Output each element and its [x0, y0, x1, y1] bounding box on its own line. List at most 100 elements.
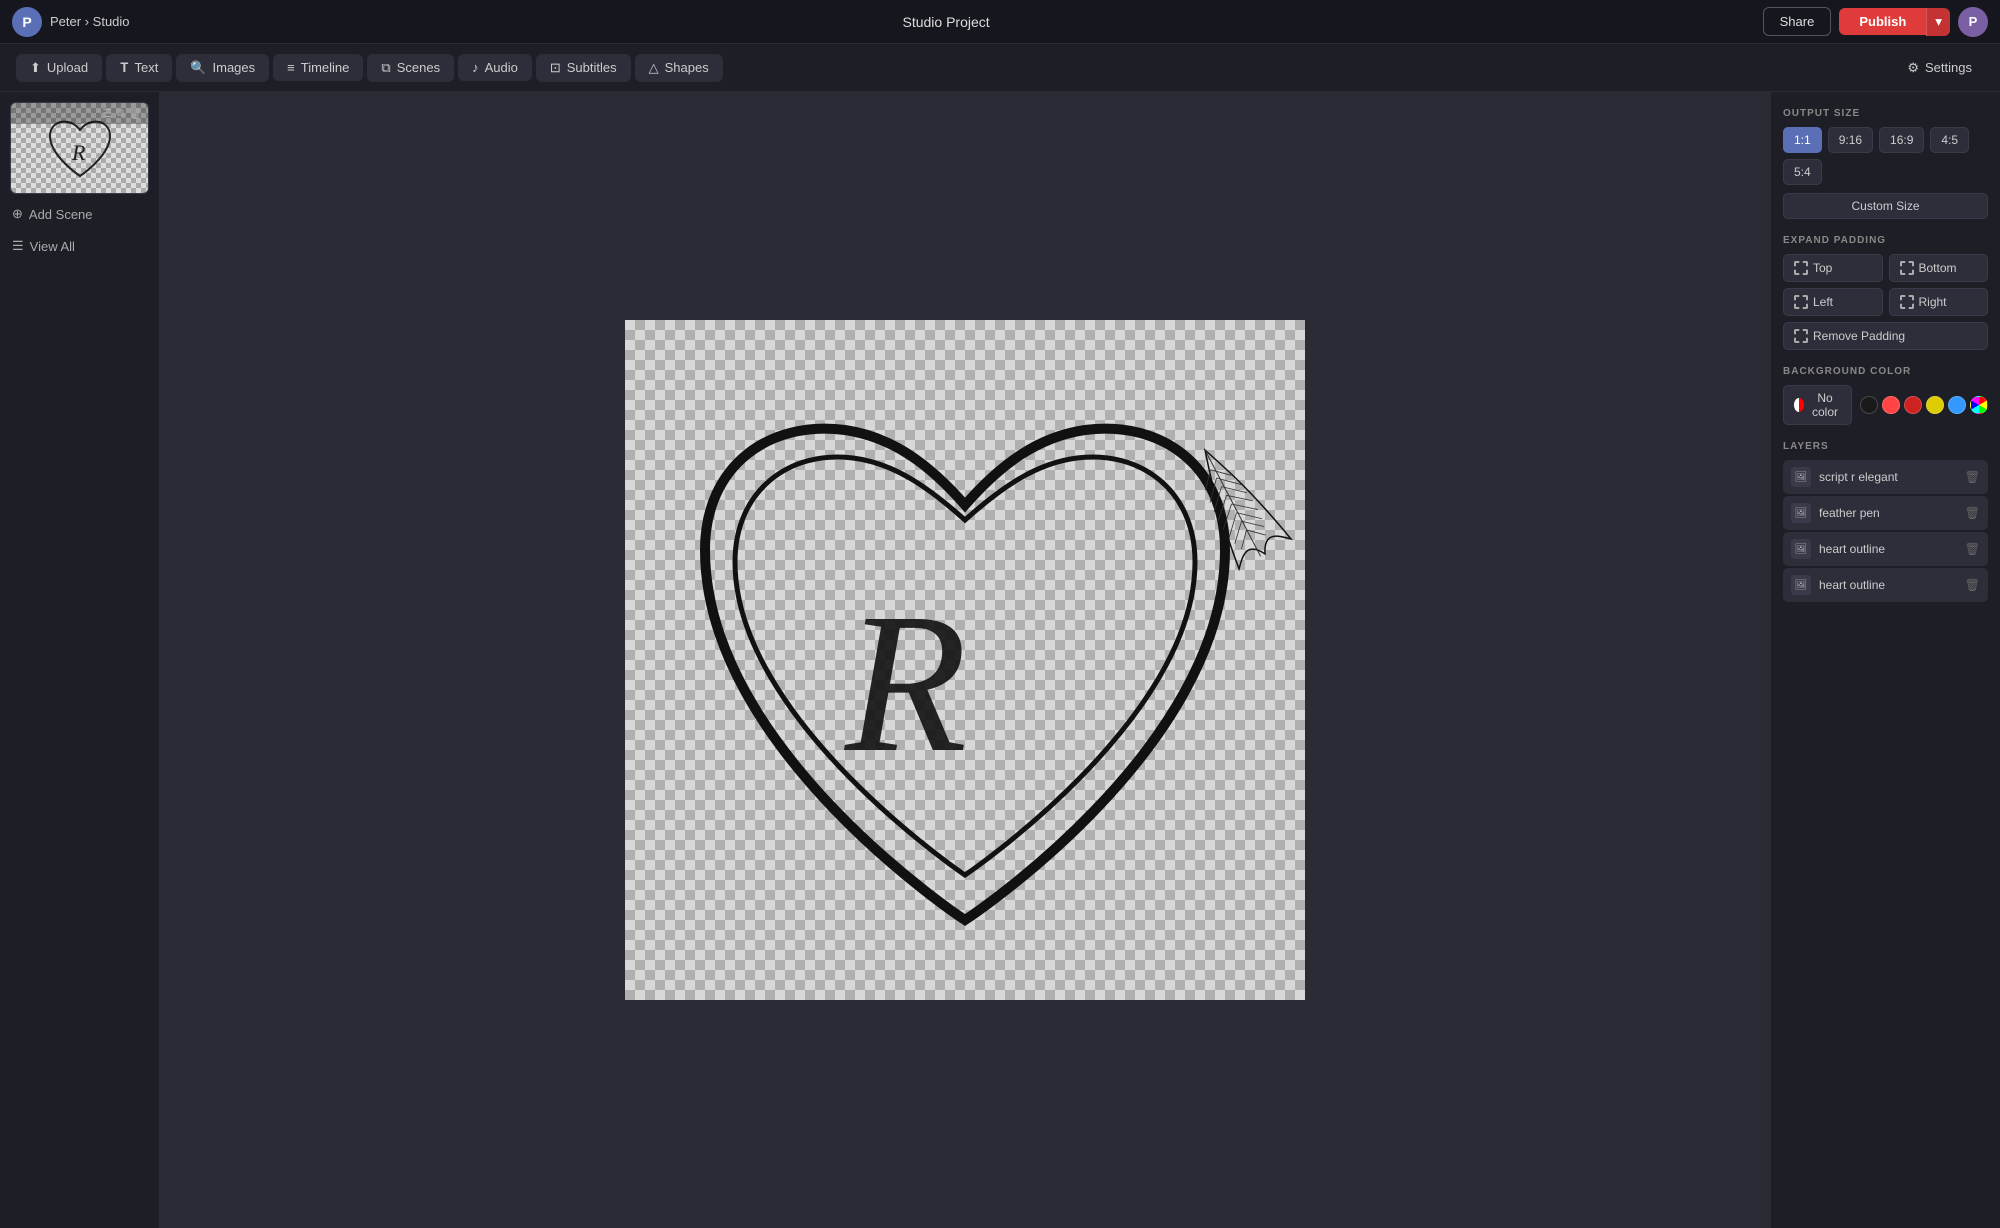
scene-thumbnail[interactable]: ☰ ⧉ 🗑 R [10, 102, 149, 194]
canvas-svg: R [625, 320, 1305, 1000]
view-all-icon: ☰ [12, 238, 24, 254]
breadcrumb-area: P Peter › Studio [12, 7, 130, 37]
timeline-button[interactable]: ≡ Timeline [273, 54, 363, 81]
layer-delete-heart-outline-2[interactable]: 🗑 [1965, 578, 1980, 592]
audio-icon: ♪ [472, 60, 479, 75]
layer-name-script-r: script r elegant [1819, 470, 1957, 484]
right-sidebar: OUTPUT SIZE 1:1 9:16 16:9 4:5 5:4 Custom… [1770, 92, 2000, 1228]
layers-label: LAYERS [1783, 441, 1988, 452]
svg-text:R: R [843, 573, 967, 794]
scenes-icon: ⧉ [381, 60, 390, 76]
layers-list: 🖼 script r elegant 🗑 🖼 feather pen 🗑 🖼 h… [1783, 460, 1988, 602]
top-bar: P Peter › Studio Studio Project Share Pu… [0, 0, 2000, 44]
background-color-section: BACKGROUND COLOR No color [1783, 366, 1988, 425]
project-title: Studio Project [142, 14, 1751, 30]
text-button[interactable]: 𝐓 Text [106, 54, 172, 82]
left-sidebar: ☰ ⧉ 🗑 R ⊕ Add Scene ☰ View All [0, 92, 160, 1228]
audio-button[interactable]: ♪ Audio [458, 54, 532, 81]
canvas-container: R [625, 320, 1305, 1000]
breadcrumb-location: Studio [93, 14, 130, 29]
custom-size-button[interactable]: Custom Size [1783, 193, 1988, 219]
output-size-section: OUTPUT SIZE 1:1 9:16 16:9 4:5 5:4 Custom… [1783, 108, 1988, 219]
scene-delete-icon[interactable]: 🗑 [128, 107, 142, 120]
layer-thumb-heart-outline-2: 🖼 [1791, 575, 1811, 595]
view-all-button[interactable]: ☰ View All [10, 234, 149, 258]
output-size-label: OUTPUT SIZE [1783, 108, 1988, 119]
add-scene-icon: ⊕ [12, 206, 23, 222]
breadcrumb-user-link[interactable]: Peter [50, 14, 81, 29]
layer-name-heart-outline-2: heart outline [1819, 578, 1957, 592]
canvas[interactable]: R [625, 320, 1305, 1000]
user-avatar-icon: P [12, 7, 42, 37]
shapes-icon: △ [649, 60, 659, 76]
swatch-black[interactable] [1860, 396, 1878, 414]
layer-item-heart-outline-1[interactable]: 🖼 heart outline 🗑 [1783, 532, 1988, 566]
layers-section: LAYERS 🖼 script r elegant 🗑 🖼 feather pe… [1783, 441, 1988, 602]
bottom-padding-button[interactable]: Bottom [1889, 254, 1989, 282]
svg-text:R: R [71, 140, 86, 165]
layer-thumb-feather-pen: 🖼 [1791, 503, 1811, 523]
layer-thumb-script-r: 🖼 [1791, 467, 1811, 487]
layer-thumb-heart-outline-1: 🖼 [1791, 539, 1811, 559]
toolbar: ⬆ Upload 𝐓 Text 🔍 Images ≡ Timeline ⧉ Sc… [0, 44, 2000, 92]
left-padding-icon [1794, 295, 1808, 309]
layer-delete-script-r[interactable]: 🗑 [1965, 470, 1980, 484]
layer-delete-heart-outline-1[interactable]: 🗑 [1965, 542, 1980, 556]
size-buttons-group: 1:1 9:16 16:9 4:5 5:4 [1783, 127, 1988, 185]
images-button[interactable]: 🔍 Images [176, 54, 269, 82]
background-color-label: BACKGROUND COLOR [1783, 366, 1988, 377]
layer-name-heart-outline-1: heart outline [1819, 542, 1957, 556]
swatch-yellow[interactable] [1926, 396, 1944, 414]
publish-group: Publish ▾ [1839, 8, 1950, 36]
size-btn-5-4[interactable]: 5:4 [1783, 159, 1822, 185]
no-color-button[interactable]: No color [1783, 385, 1852, 425]
bottom-padding-icon [1900, 261, 1914, 275]
expand-padding-label: EXPAND PADDING [1783, 235, 1988, 246]
size-btn-16-9[interactable]: 16:9 [1879, 127, 1924, 153]
top-padding-button[interactable]: Top [1783, 254, 1883, 282]
background-color-row: No color [1783, 385, 1988, 425]
layer-item-script-r[interactable]: 🖼 script r elegant 🗑 [1783, 460, 1988, 494]
layer-item-feather-pen[interactable]: 🖼 feather pen 🗑 [1783, 496, 1988, 530]
subtitles-button[interactable]: ⊡ Subtitles [536, 54, 631, 82]
swatch-blue[interactable] [1948, 396, 1966, 414]
padding-grid: Top Bottom Left Right [1783, 254, 1988, 316]
swatch-red[interactable] [1882, 396, 1900, 414]
scene-copy-icon[interactable]: ⧉ [116, 107, 124, 120]
top-bar-actions: Share Publish ▾ P [1763, 7, 1988, 37]
subtitles-icon: ⊡ [550, 60, 561, 76]
expand-padding-section: EXPAND PADDING Top Bottom Left Right [1783, 235, 1988, 350]
main-area: ☰ ⧉ 🗑 R ⊕ Add Scene ☰ View All [0, 92, 2000, 1228]
remove-padding-icon [1794, 329, 1808, 343]
right-padding-button[interactable]: Right [1889, 288, 1989, 316]
publish-button[interactable]: Publish [1839, 8, 1926, 35]
breadcrumb: Peter › Studio [50, 14, 130, 29]
top-padding-icon [1794, 261, 1808, 275]
scene-menu-icon[interactable]: ☰ [102, 107, 112, 120]
size-btn-4-5[interactable]: 4:5 [1930, 127, 1969, 153]
publish-dropdown-button[interactable]: ▾ [1926, 8, 1950, 36]
images-icon: 🔍 [190, 60, 206, 76]
swatch-dark-red[interactable] [1904, 396, 1922, 414]
upload-button[interactable]: ⬆ Upload [16, 54, 102, 82]
settings-button[interactable]: ⚙ Settings [1895, 54, 1984, 82]
size-btn-1-1[interactable]: 1:1 [1783, 127, 1822, 153]
settings-icon: ⚙ [1907, 60, 1919, 76]
shapes-button[interactable]: △ Shapes [635, 54, 723, 82]
right-padding-icon [1900, 295, 1914, 309]
remove-padding-button[interactable]: Remove Padding [1783, 322, 1988, 350]
size-btn-9-16[interactable]: 9:16 [1828, 127, 1873, 153]
scenes-button[interactable]: ⧉ Scenes [367, 54, 454, 82]
canvas-area: R [160, 92, 1770, 1228]
layer-item-heart-outline-2[interactable]: 🖼 heart outline 🗑 [1783, 568, 1988, 602]
layer-delete-feather-pen[interactable]: 🗑 [1965, 506, 1980, 520]
layer-name-feather-pen: feather pen [1819, 506, 1957, 520]
upload-icon: ⬆ [30, 60, 41, 76]
user-menu-avatar[interactable]: P [1958, 7, 1988, 37]
timeline-icon: ≡ [287, 60, 295, 75]
add-scene-button[interactable]: ⊕ Add Scene [10, 202, 149, 226]
scene-thumb-header: ☰ ⧉ 🗑 [11, 103, 148, 124]
share-button[interactable]: Share [1763, 7, 1832, 36]
left-padding-button[interactable]: Left [1783, 288, 1883, 316]
swatch-rainbow[interactable] [1970, 396, 1988, 414]
